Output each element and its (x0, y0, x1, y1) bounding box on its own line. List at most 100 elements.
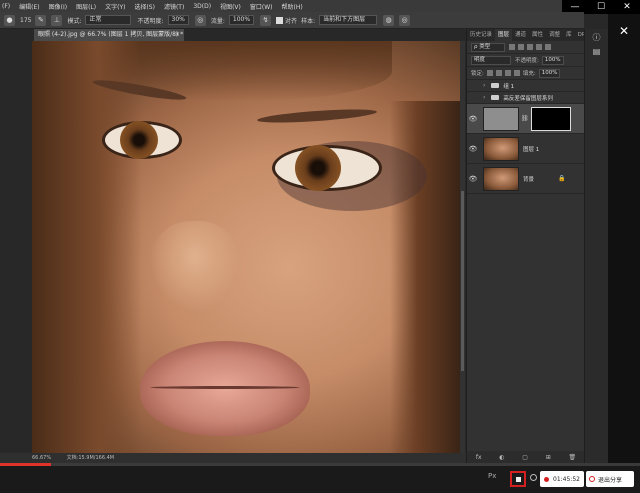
info-icon[interactable]: ⓘ (589, 32, 605, 44)
recording-progress-fill (0, 463, 52, 466)
layer-thumbnail (483, 106, 519, 131)
maximize-button[interactable]: ☐ (588, 0, 614, 14)
fill-input[interactable]: 100% (538, 68, 561, 78)
menu-type[interactable]: 文字(Y) (105, 2, 125, 11)
visibility-eye-icon[interactable]: 👁 (467, 145, 479, 153)
menu-edit[interactable]: 编辑(E) (19, 2, 39, 11)
stop-record-button[interactable] (510, 471, 526, 487)
trash-icon[interactable]: 🗑 (569, 454, 577, 461)
record-dot-icon (544, 476, 549, 482)
tab-history[interactable]: 历史记录 (467, 29, 495, 41)
menu-help[interactable]: 帮助(H) (282, 2, 303, 11)
align-checkbox[interactable] (276, 16, 284, 24)
panel-icon[interactable]: ▤ (589, 47, 605, 59)
tab-layers[interactable]: 图层 (495, 29, 513, 41)
brush-settings-icon[interactable]: ✎ (35, 14, 47, 26)
layer-group[interactable]: › 组 1 (467, 80, 584, 92)
tools-panel (0, 29, 32, 453)
pressure-size-icon[interactable]: ◎ (399, 14, 411, 26)
fullscreen-toggle[interactable]: Px (488, 472, 496, 480)
filter-pixel-icon[interactable] (509, 44, 515, 50)
mode-label: 模式: (67, 17, 82, 25)
visibility-eye-icon[interactable]: 👁 (467, 115, 479, 123)
menu-select[interactable]: 选择(S) (134, 2, 155, 11)
lock-all-icon[interactable] (513, 70, 520, 76)
tab-properties[interactable]: 属性 (529, 29, 546, 41)
clone-source-icon[interactable]: ⊥ (51, 14, 63, 26)
layer-opacity-label: 不透明度: (515, 58, 539, 64)
close-share-icon[interactable]: ✕ (608, 24, 640, 38)
lock-pixels-icon[interactable] (495, 70, 502, 76)
layer-mask-thumbnail[interactable] (530, 106, 571, 131)
document-tab-title: 眼照 (4-2).jpg @ 66.7% (图层 1 拷贝, 图层蒙版/8) * (38, 31, 184, 38)
group-name: 高反差保留图层系列 (503, 95, 553, 102)
layer-opacity-input[interactable]: 100% (541, 55, 564, 65)
layer-row[interactable]: 👁 图层 1 (467, 134, 584, 164)
layer-filter-select[interactable]: ρ 类型 (471, 42, 505, 52)
options-bar: ● 175 ✎ ⊥ 模式: 正常 不透明度: 30% ◎ 流量: 100% ↯ … (0, 12, 584, 29)
filter-type-icon[interactable] (527, 44, 533, 50)
quit-share-button[interactable]: 退出分享 (586, 471, 634, 487)
layer-thumbnail (483, 166, 519, 191)
fx-icon[interactable]: fx (476, 454, 482, 461)
close-button[interactable]: ✕ (614, 0, 640, 14)
ignore-adjustment-icon[interactable]: ◍ (383, 14, 395, 26)
flow-input[interactable]: 100% (228, 15, 255, 25)
menu-view[interactable]: 视图(V) (220, 2, 241, 11)
brush-preset-icon[interactable]: ● (4, 14, 15, 26)
layers-panel: 历史记录 图层 通道 属性 调整 库 DRA动作 ρ 类型 明度 不透明度: 1… (466, 29, 600, 463)
pressure-opacity-icon[interactable]: ◎ (194, 14, 206, 26)
zoom-level[interactable]: 66.67% (32, 455, 51, 461)
tab-channels[interactable]: 通道 (512, 29, 529, 41)
menu-layer[interactable]: 图层(L) (76, 2, 96, 11)
folder-icon (491, 95, 500, 100)
menu-file[interactable]: (F) (2, 3, 10, 10)
image-canvas[interactable] (32, 41, 460, 453)
power-icon (589, 476, 595, 482)
sample-select[interactable]: 当前和下方图层 (319, 15, 378, 25)
layer-thumbnail (483, 136, 519, 161)
mode-select[interactable]: 正常 (85, 15, 132, 25)
adjustment-layer-icon[interactable]: ◐ (499, 454, 504, 461)
tab-libraries[interactable]: 库 (563, 29, 575, 41)
menu-window[interactable]: 窗口(W) (250, 2, 273, 11)
menu-3d[interactable]: 3D(D) (193, 3, 211, 10)
scrollbar-thumb[interactable] (461, 191, 464, 371)
menu-image[interactable]: 图像(I) (49, 2, 67, 11)
layers-panel-footer: fx ◐ ▢ ⊞ 🗑 (467, 451, 585, 463)
blend-row: 明度 不透明度: 100% (467, 54, 584, 67)
lock-transparent-icon[interactable] (486, 70, 493, 76)
layer-group[interactable]: › 高反差保留图层系列 (467, 92, 584, 104)
fill-label: 填充: (522, 71, 536, 77)
filter-adjust-icon[interactable] (518, 44, 524, 50)
document-tab[interactable]: 眼照 (4-2).jpg @ 66.7% (图层 1 拷贝, 图层蒙版/8) *… (34, 29, 184, 41)
hair-left (32, 41, 142, 453)
align-label: 对齐 (285, 17, 298, 25)
recorder-bar: Px 01:45:52 退出分享 (0, 463, 640, 493)
menu-filter[interactable]: 滤镜(T) (164, 2, 184, 11)
lip-line (150, 386, 300, 389)
group-name: 组 1 (503, 83, 515, 90)
layer-row-selected[interactable]: 👁 ⛓ (467, 104, 584, 134)
pause-icon[interactable] (530, 474, 537, 481)
expand-caret-icon[interactable]: › (483, 82, 485, 89)
lock-position-icon[interactable] (504, 70, 511, 76)
filter-shape-icon[interactable] (536, 44, 542, 50)
tab-adjustments[interactable]: 调整 (546, 29, 563, 41)
panel-tabs: 历史记录 图层 通道 属性 调整 库 DRA动作 (467, 29, 600, 41)
opacity-label: 不透明度: (137, 17, 164, 25)
layer-name: 背景 (523, 176, 535, 183)
mask-link-icon[interactable]: ⛓ (521, 115, 529, 122)
canvas-scrollbar[interactable] (460, 41, 465, 453)
opacity-input[interactable]: 30% (167, 15, 189, 25)
visibility-eye-icon[interactable]: 👁 (467, 175, 479, 183)
close-tab-icon[interactable]: × (175, 29, 180, 41)
blend-mode-select[interactable]: 明度 (471, 55, 511, 65)
layer-row[interactable]: 👁 背景 🔒 (467, 164, 584, 194)
add-mask-icon[interactable]: ▢ (522, 454, 528, 461)
new-layer-icon[interactable]: ⊞ (546, 454, 551, 461)
status-bar: 66.67% 文档:15.9M/166.4M (0, 453, 466, 463)
expand-caret-icon[interactable]: › (483, 94, 485, 101)
filter-smart-icon[interactable] (545, 44, 551, 50)
airbrush-icon[interactable]: ↯ (260, 14, 272, 26)
